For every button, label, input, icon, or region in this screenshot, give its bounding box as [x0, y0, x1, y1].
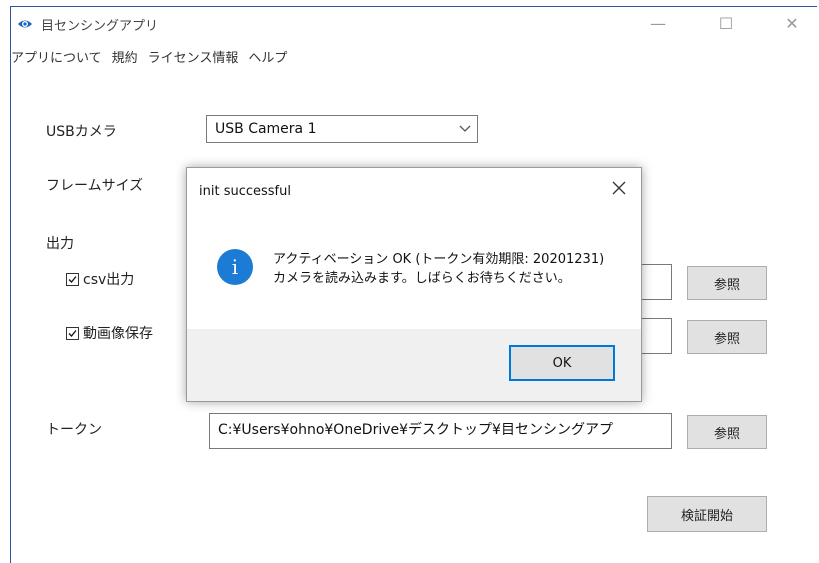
token-label: トークン	[46, 422, 102, 438]
video-browse-button[interactable]: 参照	[687, 320, 767, 354]
video-save-checkbox[interactable]: 動画像保存	[66, 323, 153, 343]
frame-size-label: フレームサイズ	[46, 178, 144, 194]
dialog-message-line2: カメラを読み込みます。しばらくお待ちください。	[273, 271, 571, 286]
token-path-input[interactable]: C:¥Users¥ohno¥OneDrive¥デスクトップ¥目センシングアプ	[209, 413, 672, 449]
menu-about[interactable]: アプリについて	[11, 47, 102, 69]
video-save-label: 動画像保存	[83, 326, 153, 342]
dialog-message: アクティベーション OK (トークン有効期限: 20201231) カメラを読み…	[273, 250, 604, 288]
dialog-message-line1: アクティベーション OK (トークン有効期限: 20201231)	[273, 252, 605, 267]
eye-icon	[18, 20, 32, 28]
menu-bar: アプリについて 規約 ライセンス情報 ヘルプ	[11, 47, 287, 69]
camera-select-value: USB Camera 1	[215, 121, 317, 137]
ok-button[interactable]: OK	[509, 345, 615, 381]
menu-terms[interactable]: 規約	[112, 47, 138, 69]
csv-browse-button[interactable]: 参照	[687, 266, 767, 300]
check-icon	[68, 275, 77, 283]
token-path-value: C:¥Users¥ohno¥OneDrive¥デスクトップ¥目センシングアプ	[218, 422, 613, 438]
token-browse-button[interactable]: 参照	[687, 415, 767, 449]
close-icon[interactable]	[609, 178, 629, 198]
init-dialog: init successful i アクティベーション OK (トークン有効期限…	[186, 167, 642, 402]
csv-checkbox-box[interactable]	[66, 272, 79, 286]
dialog-title: init successful	[199, 184, 291, 199]
window-title: 目センシングアプリ	[41, 19, 159, 34]
output-label: 出力	[46, 236, 74, 252]
csv-output-label: csv出力	[83, 272, 135, 288]
chevron-down-icon	[459, 125, 471, 132]
title-bar[interactable]: 目センシングアプリ — ☐ ✕	[11, 7, 817, 43]
maximize-button[interactable]: ☐	[703, 7, 749, 39]
check-icon	[68, 329, 77, 337]
video-checkbox-box[interactable]	[66, 326, 79, 340]
menu-license[interactable]: ライセンス情報	[148, 47, 239, 69]
close-button[interactable]: ✕	[769, 7, 815, 39]
camera-select[interactable]: USB Camera 1	[206, 115, 478, 143]
csv-output-checkbox[interactable]: csv出力	[66, 269, 134, 289]
info-icon: i	[217, 249, 253, 285]
menu-help[interactable]: ヘルプ	[248, 47, 287, 69]
camera-label: USBカメラ	[46, 124, 117, 140]
start-verification-button[interactable]: 検証開始	[647, 496, 767, 532]
minimize-button[interactable]: —	[635, 7, 681, 39]
